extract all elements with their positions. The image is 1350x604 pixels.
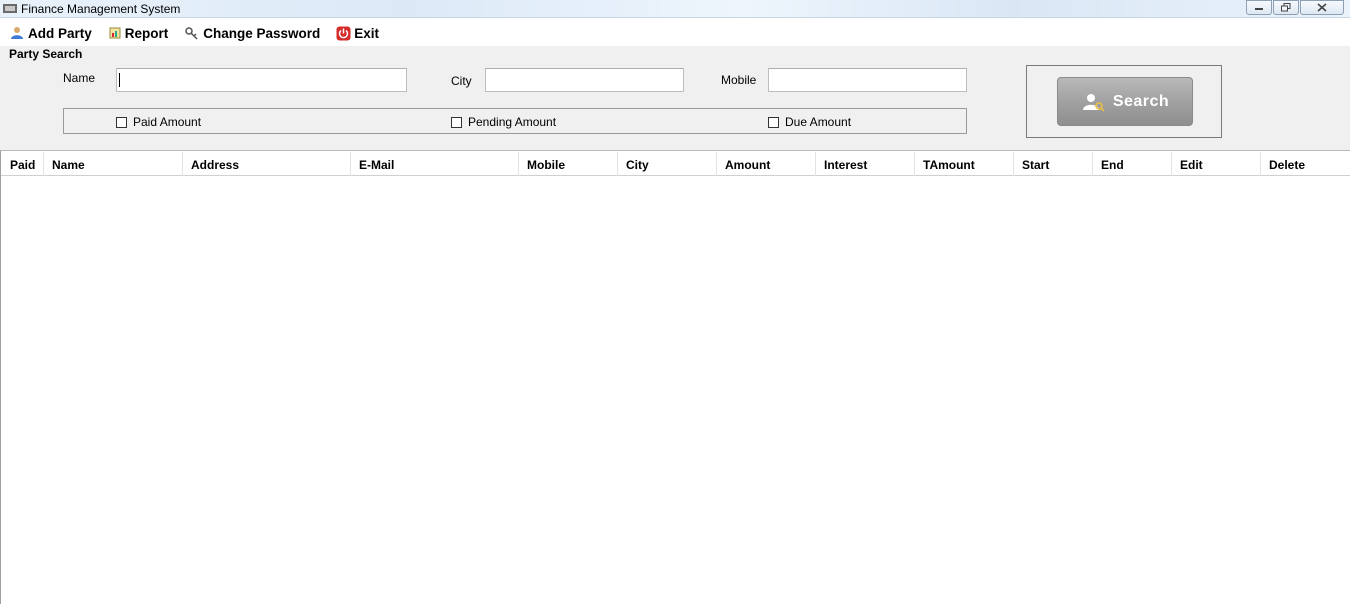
party-search-title: Party Search bbox=[9, 47, 83, 61]
column-header-address[interactable]: Address bbox=[183, 152, 351, 176]
column-header-edit[interactable]: Edit bbox=[1172, 152, 1261, 176]
city-input[interactable] bbox=[485, 68, 684, 92]
menu-change-password[interactable]: Change Password bbox=[184, 26, 320, 41]
window-controls bbox=[1245, 0, 1344, 15]
party-grid[interactable]: Paid Name Address E-Mail Mobile City Amo… bbox=[0, 150, 1350, 604]
menu-add-party[interactable]: Add Party bbox=[10, 26, 92, 41]
search-button-label: Search bbox=[1112, 92, 1170, 110]
column-header-interest[interactable]: Interest bbox=[816, 152, 915, 176]
menu-report[interactable]: Report bbox=[108, 25, 169, 41]
search-button-frame: Search bbox=[1026, 65, 1222, 138]
title-bar: Finance Management System bbox=[0, 0, 1350, 18]
column-header-delete[interactable]: Delete bbox=[1261, 152, 1349, 176]
checkbox-box bbox=[451, 116, 462, 128]
search-button[interactable]: Search bbox=[1057, 77, 1193, 126]
checkbox-box bbox=[116, 116, 127, 128]
minimize-button[interactable] bbox=[1246, 0, 1272, 15]
due-amount-checkbox[interactable]: Due Amount bbox=[768, 115, 851, 129]
restore-button[interactable] bbox=[1273, 0, 1299, 15]
app-icon bbox=[3, 4, 17, 13]
menu-exit-label: Exit bbox=[354, 25, 380, 41]
pending-amount-checkbox[interactable]: Pending Amount bbox=[451, 115, 556, 129]
grid-header: Paid Name Address E-Mail Mobile City Amo… bbox=[1, 152, 1350, 176]
column-header-email[interactable]: E-Mail bbox=[351, 152, 519, 176]
menu-change-password-label: Change Password bbox=[203, 25, 321, 41]
menu-exit[interactable]: Exit bbox=[336, 26, 379, 41]
city-label: City bbox=[451, 74, 472, 88]
column-header-end[interactable]: End bbox=[1093, 152, 1172, 176]
column-header-city[interactable]: City bbox=[618, 152, 717, 176]
power-icon bbox=[336, 26, 351, 40]
column-header-start[interactable]: Start bbox=[1014, 152, 1093, 176]
close-icon bbox=[1317, 3, 1327, 12]
paid-amount-label: Paid Amount bbox=[133, 115, 202, 129]
key-icon bbox=[185, 27, 198, 40]
paid-amount-checkbox[interactable]: Paid Amount bbox=[116, 115, 201, 129]
app-window: Finance Management System Add Party Repo… bbox=[0, 0, 1350, 604]
window-title: Finance Management System bbox=[21, 2, 181, 16]
menu-bar: Add Party Report Change Password Exit bbox=[0, 20, 1350, 46]
amount-filter-group: Paid Amount Pending Amount Due Amount bbox=[63, 108, 967, 134]
column-header-paid[interactable]: Paid bbox=[1, 152, 44, 176]
restore-icon bbox=[1281, 3, 1291, 12]
text-caret bbox=[119, 73, 120, 87]
menu-report-label: Report bbox=[124, 25, 169, 41]
column-header-name[interactable]: Name bbox=[44, 152, 183, 176]
user-search-icon bbox=[1082, 93, 1105, 112]
due-amount-label: Due Amount bbox=[785, 115, 852, 129]
mobile-input[interactable] bbox=[768, 68, 967, 92]
mobile-label: Mobile bbox=[721, 73, 757, 87]
party-search-group: Party Search Name City Mobile Paid Amoun… bbox=[0, 46, 1350, 150]
minimize-icon bbox=[1255, 7, 1263, 10]
close-button[interactable] bbox=[1300, 0, 1344, 15]
name-input[interactable] bbox=[116, 68, 407, 92]
name-label: Name bbox=[63, 71, 96, 85]
pending-amount-label: Pending Amount bbox=[468, 115, 557, 129]
column-header-mobile[interactable]: Mobile bbox=[519, 152, 618, 176]
report-icon bbox=[109, 27, 121, 39]
menu-add-party-label: Add Party bbox=[28, 25, 92, 41]
column-header-tamount[interactable]: TAmount bbox=[915, 152, 1014, 176]
column-header-amount[interactable]: Amount bbox=[717, 152, 816, 176]
checkbox-box bbox=[768, 116, 779, 128]
user-add-icon bbox=[11, 27, 23, 39]
